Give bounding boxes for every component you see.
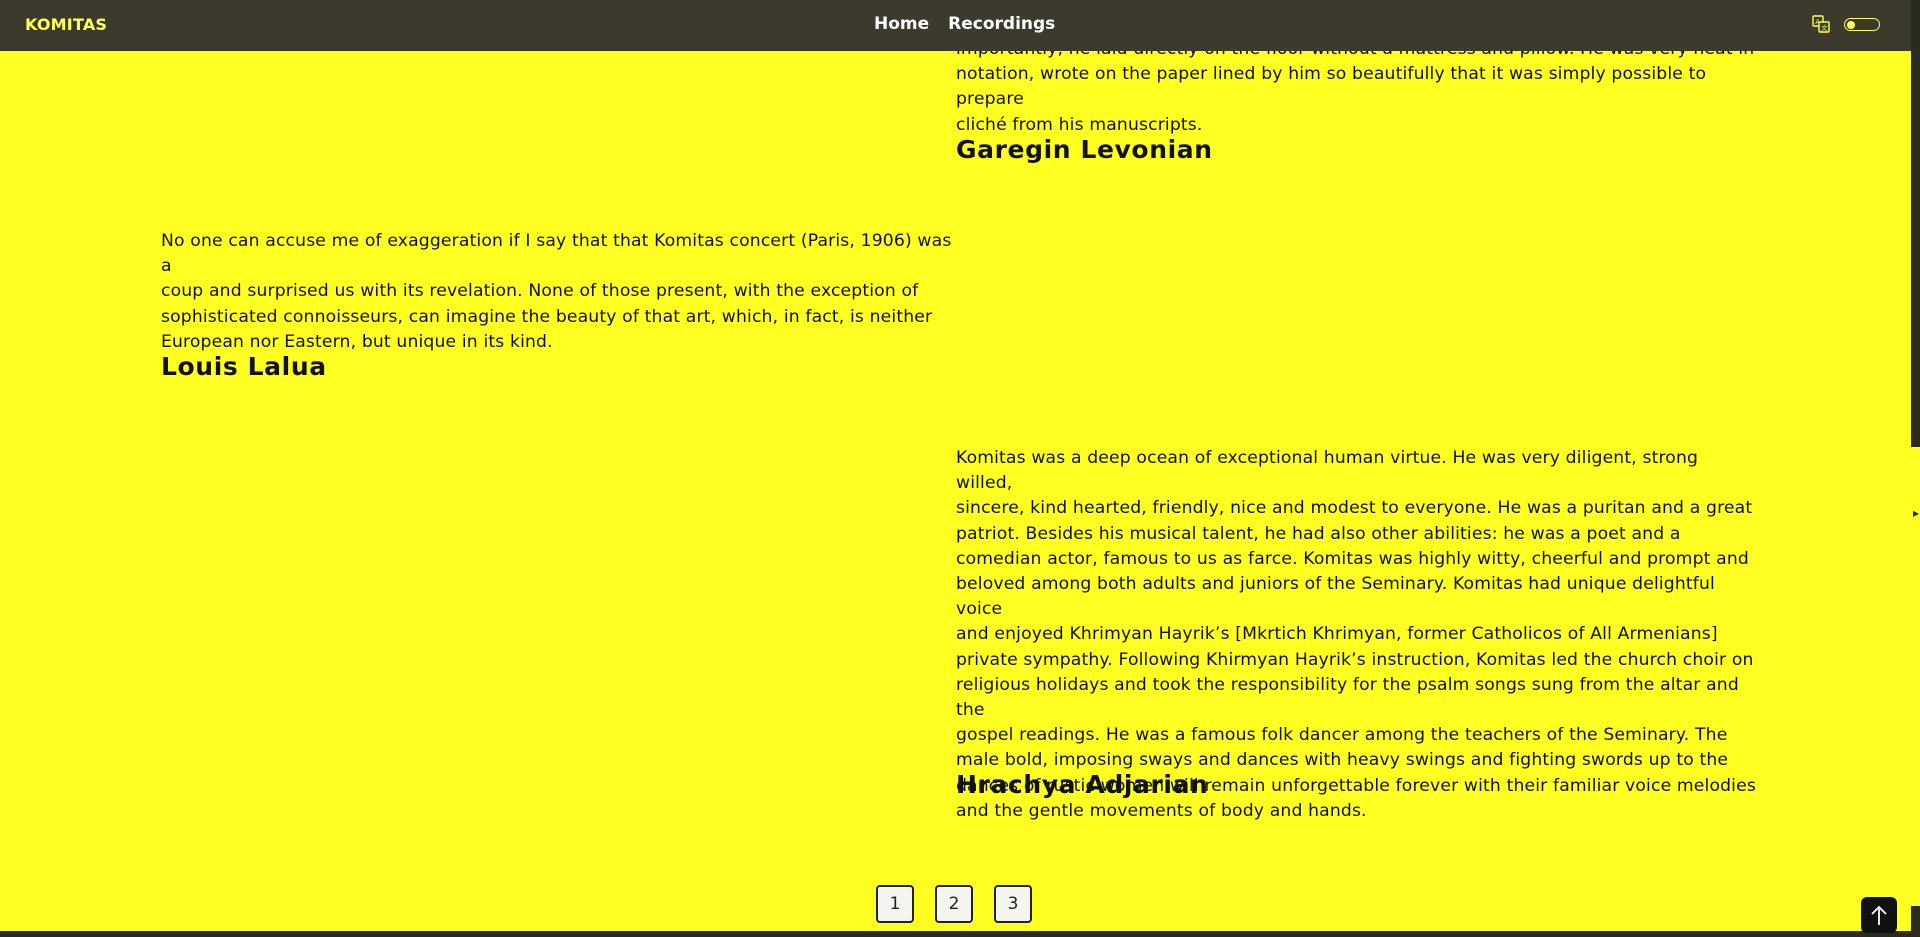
quote-1-line: notation, wrote on the paper lined by hi…: [956, 64, 1707, 110]
quote-text-1: importantly, he laid directly on the flo…: [956, 37, 1756, 138]
theme-toggle[interactable]: [1844, 18, 1880, 31]
arrow-up-icon: [1871, 905, 1887, 925]
nav-link-recordings[interactable]: Recordings: [948, 14, 1055, 34]
quote-3-line: comedian actor, famous to us as farce. K…: [956, 548, 1749, 569]
scroll-arrow-icon: ▸: [1913, 506, 1920, 520]
brand-logo[interactable]: KOMITAS: [25, 15, 107, 34]
bottom-edge: [0, 931, 1911, 937]
nav-link-home[interactable]: Home: [874, 14, 929, 34]
quote-3-line: beloved among both adults and juniors of…: [956, 574, 1715, 620]
quote-2-line: sophisticated connoisseurs, can imagine …: [161, 306, 933, 327]
page-button-2[interactable]: 2: [935, 885, 973, 923]
quote-3-line: religious holidays and took the responsi…: [956, 674, 1739, 721]
pagination: 1 2 3: [876, 885, 1032, 923]
quote-author-1: Garegin Levonian: [956, 135, 1213, 164]
toggle-knob: [1847, 20, 1855, 29]
quote-2-line: coup and surprised us with its revelatio…: [161, 281, 919, 302]
quote-2-line: No one can accuse me of exaggeration if …: [161, 231, 952, 277]
back-to-top-button[interactable]: [1861, 897, 1897, 933]
quote-3-line: Komitas was a deep ocean of exceptional …: [956, 448, 1699, 494]
scrollbar[interactable]: ▸: [1911, 0, 1920, 937]
quote-text-3: Komitas was a deep ocean of exceptional …: [956, 446, 1756, 824]
nav-links: Home Recordings: [874, 14, 1055, 34]
quote-author-3: Hrachya Adjarian: [956, 770, 1209, 799]
top-navbar: KOMITAS Home Recordings A 文: [0, 0, 1911, 51]
svg-text:文: 文: [1821, 23, 1828, 32]
page-button-1[interactable]: 1: [876, 885, 914, 923]
page: importantly, he laid directly on the flo…: [0, 0, 1920, 937]
quote-3-line: and enjoyed Khrimyan Hayrik’s [Mkrtich K…: [956, 624, 1718, 645]
quote-3-line: patriot. Besides his musical talent, he …: [956, 523, 1681, 544]
translate-icon[interactable]: A 文: [1812, 15, 1830, 33]
quote-3-line: gospel readings. He was a famous folk da…: [956, 725, 1728, 746]
scrollbar-track-end: [1911, 906, 1920, 937]
page-button-3[interactable]: 3: [994, 885, 1032, 923]
quote-3-line: sincere, kind hearted, friendly, nice an…: [956, 498, 1753, 519]
quote-text-2: No one can accuse me of exaggeration if …: [161, 229, 961, 355]
quote-3-line: and the gentle movements of body and han…: [956, 800, 1367, 821]
quote-author-2: Louis Lalua: [161, 352, 327, 381]
quote-3-line: private sympathy. Following Khirmyan Hay…: [956, 649, 1754, 670]
scrollbar-thumb[interactable]: [1911, 0, 1920, 447]
